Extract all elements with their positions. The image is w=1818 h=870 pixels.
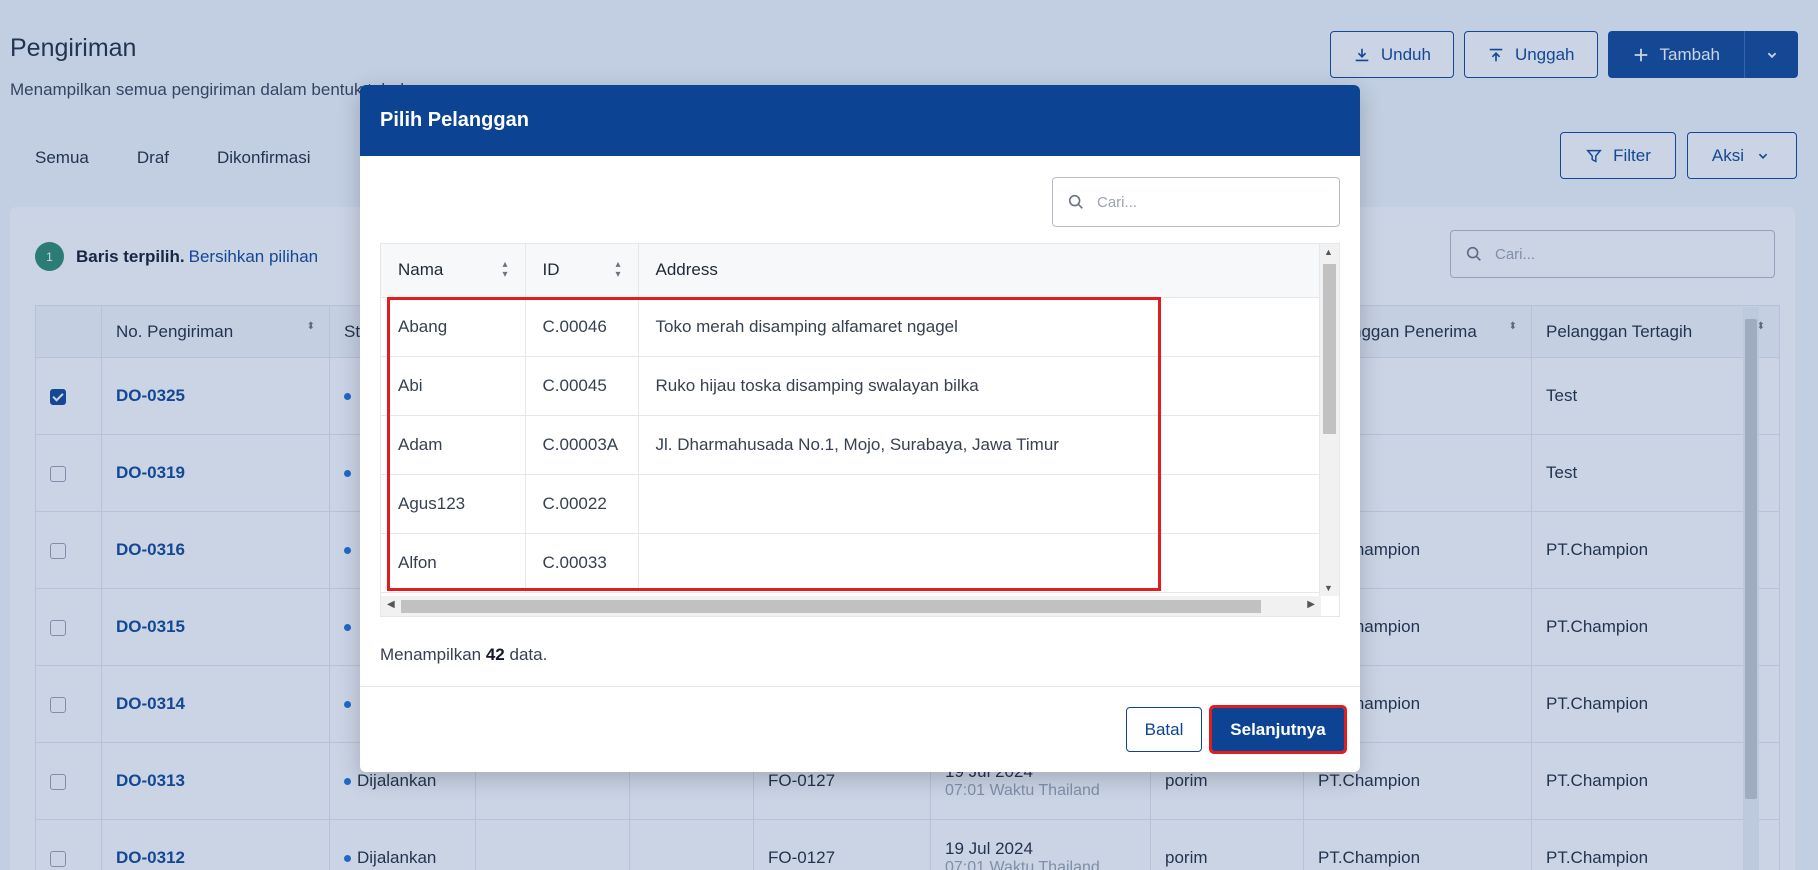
customer-row[interactable]: Adam C.00003A Jl. Dharmahusada No.1, Moj…	[381, 415, 1321, 475]
customer-name: Adam	[381, 415, 526, 475]
customer-id: C.00033	[525, 533, 639, 593]
scroll-right-icon[interactable]: ▶	[1307, 599, 1315, 610]
customer-search-placeholder: Cari...	[1097, 193, 1138, 211]
hscroll-thumb[interactable]	[401, 600, 1261, 613]
customer-row[interactable]: Abi C.00045 Ruko hijau toska disamping s…	[381, 356, 1321, 416]
customer-address	[638, 533, 1321, 593]
customer-row[interactable]: Alfon C.00033	[381, 533, 1321, 593]
footer-divider	[360, 686, 1360, 687]
sort-icon: ▴ ▾	[615, 259, 621, 281]
customer-table-hscroll[interactable]: ◀ ▶	[381, 596, 1321, 616]
customer-search-input[interactable]: Cari...	[1052, 177, 1340, 227]
sort-icon: ▴ ▾	[502, 259, 508, 281]
scroll-down-icon[interactable]: ▼	[1324, 583, 1333, 593]
dialog-header: Pilih Pelanggan	[360, 85, 1360, 156]
customer-table-vscroll[interactable]: ▲ ▼	[1319, 244, 1339, 596]
next-button[interactable]: Selanjutnya	[1209, 705, 1347, 754]
scroll-left-icon[interactable]: ◀	[387, 599, 395, 610]
customer-name: Abi	[381, 356, 526, 416]
customer-address: Ruko hijau toska disamping swalayan bilk…	[638, 356, 1321, 416]
customer-id: C.00046	[525, 297, 639, 357]
customer-id: C.00045	[525, 356, 639, 416]
customer-table-container: Nama ▴ ▾ ID ▴ ▾ Address Abang C.00046 Toko m…	[380, 243, 1340, 617]
customer-address	[638, 474, 1321, 534]
customer-id: C.00003A	[525, 415, 639, 475]
customer-address: Jl. Dharmahusada No.1, Mojo, Surabaya, J…	[638, 415, 1321, 475]
column-address: Address	[638, 244, 1321, 298]
customer-id: C.00022	[525, 474, 639, 534]
vscroll-thumb[interactable]	[1323, 264, 1336, 434]
search-icon	[1068, 194, 1083, 209]
customer-table-header: Nama ▴ ▾ ID ▴ ▾ Address	[381, 244, 1321, 298]
cancel-button[interactable]: Batal	[1126, 707, 1202, 752]
customer-row[interactable]: Abang C.00046 Toko merah disamping alfam…	[381, 297, 1321, 357]
select-customer-dialog: Pilih Pelanggan Cari... Nama ▴ ▾ ID ▴ ▾ Addr…	[360, 85, 1360, 772]
scroll-up-icon[interactable]: ▲	[1324, 247, 1333, 257]
customer-table: Nama ▴ ▾ ID ▴ ▾ Address Abang C.00046 Toko m…	[381, 244, 1321, 593]
record-count: Menampilkan 42 data.	[380, 645, 548, 664]
customer-row[interactable]: Agus123 C.00022	[381, 474, 1321, 534]
customer-name: Agus123	[381, 474, 526, 534]
dialog-title: Pilih Pelanggan	[380, 109, 529, 131]
column-id[interactable]: ID ▴ ▾	[525, 244, 639, 298]
column-nama[interactable]: Nama ▴ ▾	[381, 244, 526, 298]
customer-address: Toko merah disamping alfamaret ngagel	[638, 297, 1321, 357]
customer-name: Alfon	[381, 533, 526, 593]
customer-name: Abang	[381, 297, 526, 357]
